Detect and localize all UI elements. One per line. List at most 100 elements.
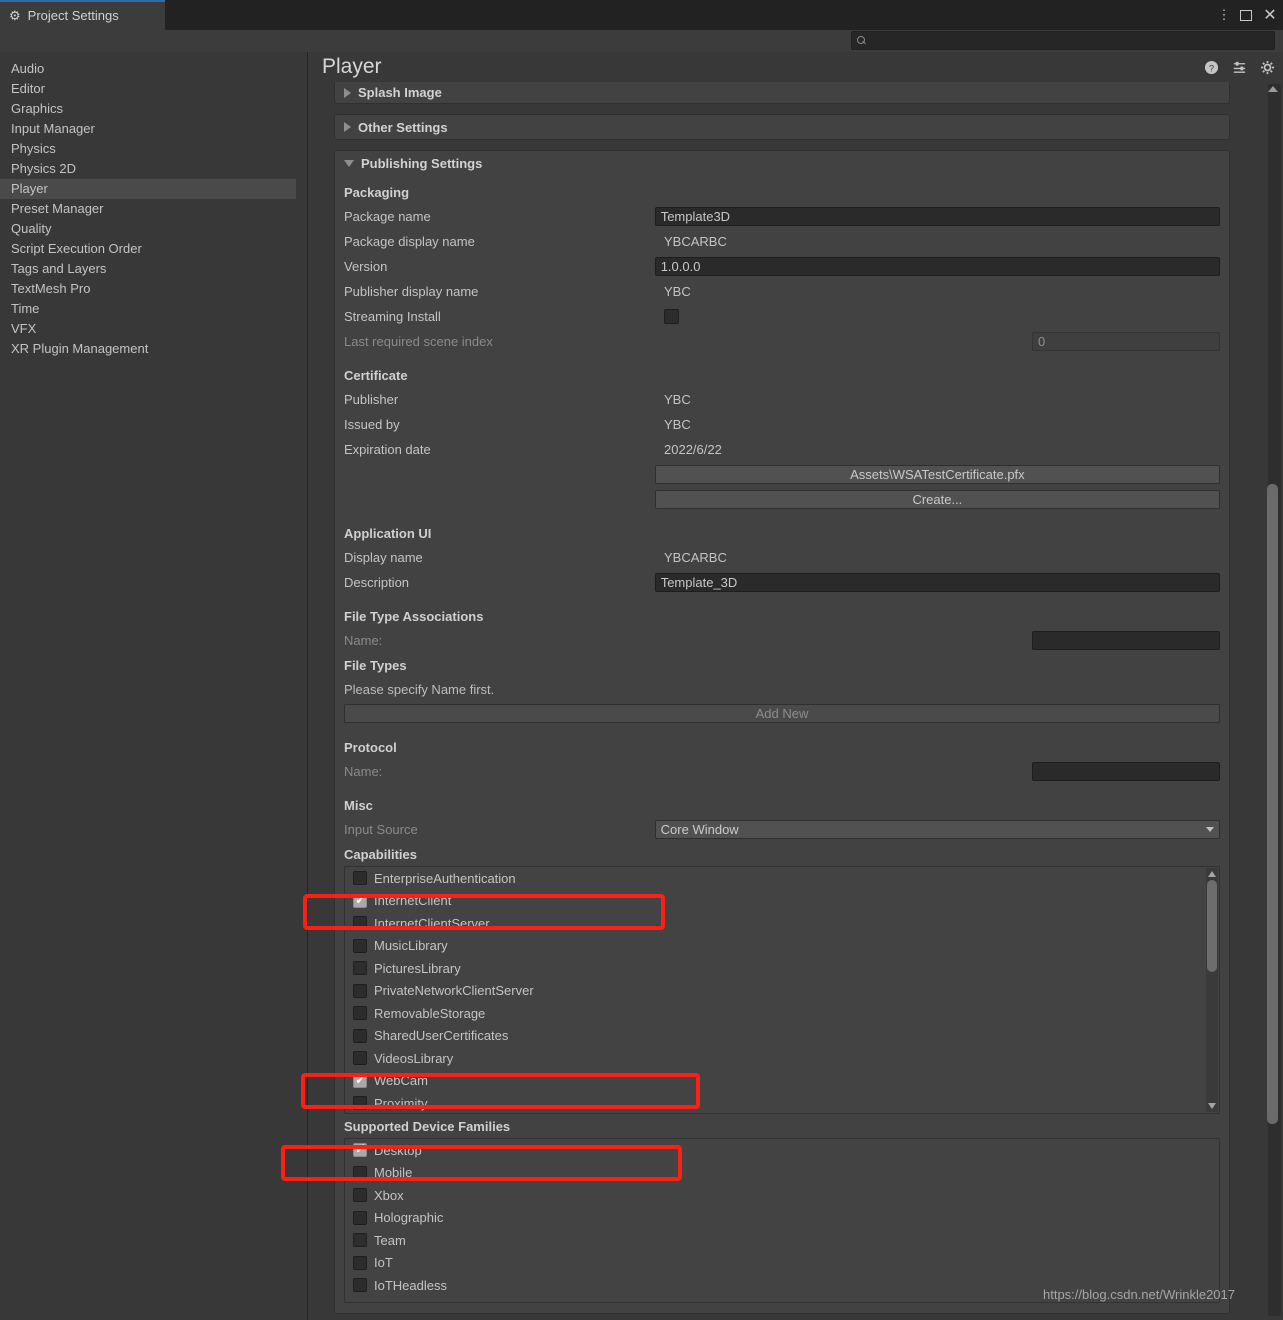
list-item[interactable]: VideosLibrary — [345, 1047, 1219, 1070]
list-item[interactable]: RemovableStorage — [345, 1002, 1219, 1025]
device-family-checkbox[interactable] — [353, 1188, 367, 1202]
input-source-value: Core Window — [661, 822, 739, 837]
device-family-checkbox[interactable] — [353, 1256, 367, 1270]
list-item[interactable]: InternetClient — [345, 890, 1219, 913]
capability-checkbox[interactable] — [353, 1074, 367, 1088]
capability-checkbox[interactable] — [353, 1006, 367, 1020]
sidebar-item-label: Input Manager — [11, 121, 95, 136]
list-item[interactable]: SharedUserCertificates — [345, 1025, 1219, 1048]
foldout-splash-image[interactable]: Splash Image — [334, 82, 1230, 104]
sidebar-item-player[interactable]: Player — [0, 179, 307, 199]
sidebar-item-label: Graphics — [11, 101, 63, 116]
select-certificate-button[interactable]: Assets\WSATestCertificate.pfx — [655, 465, 1220, 484]
row-add-new: Add New — [344, 701, 1220, 726]
sidebar-item-label: Quality — [11, 221, 51, 236]
close-icon[interactable]: ✕ — [1259, 0, 1281, 30]
version-field[interactable]: 1.0.0.0 — [655, 257, 1220, 276]
capabilities-scrollbar-thumb[interactable] — [1207, 880, 1217, 972]
row-input-source: Input Source Core Window — [344, 817, 1220, 842]
list-item[interactable]: WebCam — [345, 1070, 1219, 1093]
row-protocol-name: Name: — [344, 759, 1220, 784]
list-item[interactable]: InternetClientServer — [345, 912, 1219, 935]
sidebar-item-label: Physics 2D — [11, 161, 76, 176]
sidebar-item-label: XR Plugin Management — [11, 341, 148, 356]
list-item[interactable]: Team — [345, 1229, 1219, 1252]
list-item[interactable]: MusicLibrary — [345, 935, 1219, 958]
list-item[interactable]: Mobile — [345, 1162, 1219, 1185]
sidebar-item-xr-plugin-management[interactable]: XR Plugin Management — [0, 339, 307, 359]
list-item[interactable]: Holographic — [345, 1207, 1219, 1230]
supported-device-families-listbox[interactable]: Desktop Mobile Xbox Holographic Team IoT… — [344, 1138, 1220, 1303]
sidebar-item-time[interactable]: Time — [0, 299, 307, 319]
publisher-value: YBC — [664, 392, 691, 407]
row-expiration-date: Expiration date 2022/6/22 — [344, 437, 1220, 462]
chevron-right-icon — [344, 122, 351, 132]
sidebar-scrollbar[interactable] — [296, 52, 307, 1320]
sidebar-item-input-manager[interactable]: Input Manager — [0, 119, 307, 139]
tab-label: Project Settings — [28, 8, 119, 23]
capabilities-listbox[interactable]: EnterpriseAuthentication InternetClient … — [344, 866, 1220, 1114]
capability-checkbox[interactable] — [353, 894, 367, 908]
sidebar-item-script-execution-order[interactable]: Script Execution Order — [0, 239, 307, 259]
gear-icon[interactable] — [1260, 60, 1275, 75]
foldout-other-settings[interactable]: Other Settings — [334, 114, 1230, 140]
device-family-checkbox[interactable] — [353, 1143, 367, 1157]
list-item[interactable]: Desktop — [345, 1139, 1219, 1162]
maximize-icon[interactable] — [1235, 0, 1257, 30]
sidebar-item-preset-manager[interactable]: Preset Manager — [0, 199, 307, 219]
device-family-checkbox[interactable] — [353, 1278, 367, 1292]
device-family-checkbox[interactable] — [353, 1233, 367, 1247]
capability-checkbox[interactable] — [353, 871, 367, 885]
input-source-dropdown[interactable]: Core Window — [655, 820, 1220, 839]
device-family-checkbox[interactable] — [353, 1211, 367, 1225]
sidebar-item-textmesh-pro[interactable]: TextMesh Pro — [0, 279, 307, 299]
capability-checkbox[interactable] — [353, 939, 367, 953]
device-family-label: Team — [374, 1233, 406, 1248]
add-new-button[interactable]: Add New — [344, 704, 1220, 723]
sidebar-item-editor[interactable]: Editor — [0, 79, 307, 99]
foldout-publishing-settings[interactable]: Publishing Settings — [334, 150, 1230, 176]
title-bar: ⚙ Project Settings ⋮ ✕ — [0, 0, 1283, 30]
capability-checkbox[interactable] — [353, 984, 367, 998]
capability-checkbox[interactable] — [353, 1096, 367, 1110]
window-menu-icon[interactable]: ⋮ — [1213, 0, 1235, 30]
list-item[interactable]: Xbox — [345, 1184, 1219, 1207]
list-item[interactable]: Proximity — [345, 1092, 1219, 1114]
capability-checkbox[interactable] — [353, 916, 367, 930]
sidebar-item-audio[interactable]: Audio — [0, 59, 307, 79]
capability-label: VideosLibrary — [374, 1051, 453, 1066]
help-icon[interactable]: ? — [1204, 60, 1219, 75]
fta-name-field[interactable] — [1032, 631, 1220, 650]
preset-icon[interactable] — [1232, 60, 1247, 75]
create-certificate-button[interactable]: Create... — [655, 490, 1220, 509]
streaming-install-checkbox[interactable] — [664, 309, 679, 324]
sidebar-item-vfx[interactable]: VFX — [0, 319, 307, 339]
list-item[interactable]: PicturesLibrary — [345, 957, 1219, 980]
capabilities-scrollbar[interactable] — [1206, 868, 1218, 1112]
device-family-label: IoTHeadless — [374, 1278, 447, 1293]
capability-checkbox[interactable] — [353, 961, 367, 975]
sidebar-item-quality[interactable]: Quality — [0, 219, 307, 239]
protocol-name-field[interactable] — [1032, 762, 1220, 781]
list-item[interactable]: PrivateNetworkClientServer — [345, 980, 1219, 1003]
sidebar-item-graphics[interactable]: Graphics — [0, 99, 307, 119]
sidebar-item-physics-2d[interactable]: Physics 2D — [0, 159, 307, 179]
capability-checkbox[interactable] — [353, 1029, 367, 1043]
capability-label: PicturesLibrary — [374, 961, 461, 976]
panel-scrollbar[interactable] — [1268, 84, 1281, 1316]
scroll-up-icon[interactable] — [1208, 871, 1216, 877]
panel-scrollbar-thumb[interactable] — [1267, 484, 1278, 1124]
search-box[interactable] — [851, 31, 1275, 50]
list-item[interactable]: EnterpriseAuthentication — [345, 867, 1219, 890]
description-field[interactable]: Template_3D — [655, 573, 1220, 592]
tab-project-settings[interactable]: ⚙ Project Settings — [0, 0, 165, 30]
list-item[interactable]: IoT — [345, 1252, 1219, 1275]
capability-checkbox[interactable] — [353, 1051, 367, 1065]
scroll-down-icon[interactable] — [1208, 1103, 1216, 1109]
sidebar-item-tags-and-layers[interactable]: Tags and Layers — [0, 259, 307, 279]
device-family-checkbox[interactable] — [353, 1166, 367, 1180]
panel-scroll-up-icon[interactable] — [1268, 86, 1278, 92]
package-name-field[interactable]: Template3D — [655, 207, 1220, 226]
sidebar-item-physics[interactable]: Physics — [0, 139, 307, 159]
search-input[interactable] — [867, 34, 1274, 48]
